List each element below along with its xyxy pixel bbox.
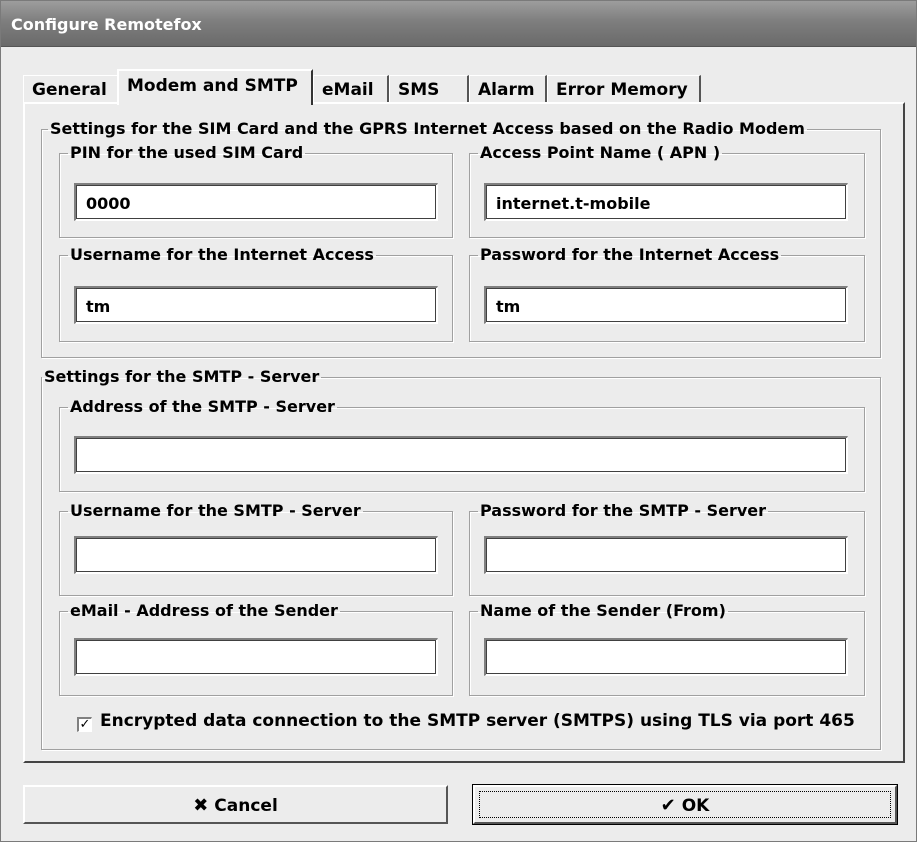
smtp-address-label: Address of the SMTP - Server <box>70 397 335 416</box>
apn-label: Access Point Name ( APN ) <box>480 143 721 162</box>
focus-rectangle <box>479 791 891 818</box>
tab-strip: General Modem and SMTP eMail SMS Alarm E… <box>23 69 903 105</box>
smtp-username-input[interactable] <box>74 536 438 574</box>
close-icon: ✖ <box>193 795 209 816</box>
internet-password-label: Password for the Internet Access <box>480 245 780 264</box>
tab-sms[interactable]: SMS <box>389 75 469 103</box>
window-title: Configure Remotefox <box>11 15 202 34</box>
tab-modem-and-smtp[interactable]: Modem and SMTP <box>117 69 313 105</box>
internet-username-input[interactable]: tm <box>74 286 438 324</box>
cancel-button[interactable]: ✖ Cancel <box>23 785 448 824</box>
title-bar[interactable]: Configure Remotefox <box>1 1 916 47</box>
pin-label: PIN for the used SIM Card <box>70 143 304 162</box>
smtp-address-input[interactable] <box>74 436 848 474</box>
tab-general[interactable]: General <box>23 75 119 103</box>
sender-name-label: Name of the Sender (From) <box>480 601 726 620</box>
tab-error-memory[interactable]: Error Memory <box>547 75 701 103</box>
cancel-button-label: Cancel <box>214 796 278 816</box>
tab-email[interactable]: eMail <box>313 75 389 103</box>
internet-password-input[interactable]: tm <box>484 286 848 324</box>
configure-dialog: Configure Remotefox General Modem and SM… <box>0 0 917 842</box>
tab-panel-modem-and-smtp: Settings for the SIM Card and the GPRS I… <box>23 102 905 763</box>
internet-username-label: Username for the Internet Access <box>70 245 374 264</box>
tls-checkbox-label: Encrypted data connection to the SMTP se… <box>100 711 855 731</box>
tls-checkbox[interactable]: ✓ <box>77 717 92 732</box>
tab-alarm[interactable]: Alarm <box>469 75 547 103</box>
apn-input[interactable]: internet.t-mobile <box>484 183 848 221</box>
pin-input[interactable]: 0000 <box>74 183 438 221</box>
ok-button[interactable]: ✔ OK <box>472 784 898 825</box>
sender-name-input[interactable] <box>484 638 848 676</box>
sender-email-input[interactable] <box>74 638 438 676</box>
tls-option[interactable]: ✓ Encrypted data connection to the SMTP s… <box>77 711 855 732</box>
sim-gprs-group-title: Settings for the SIM Card and the GPRS I… <box>50 119 805 138</box>
sender-email-label: eMail - Address of the Sender <box>70 601 338 620</box>
smtp-username-label: Username for the SMTP - Server <box>70 501 361 520</box>
smtp-password-label: Password for the SMTP - Server <box>480 501 767 520</box>
smtp-password-input[interactable] <box>484 536 848 574</box>
smtp-group-title: Settings for the SMTP - Server <box>44 367 320 386</box>
